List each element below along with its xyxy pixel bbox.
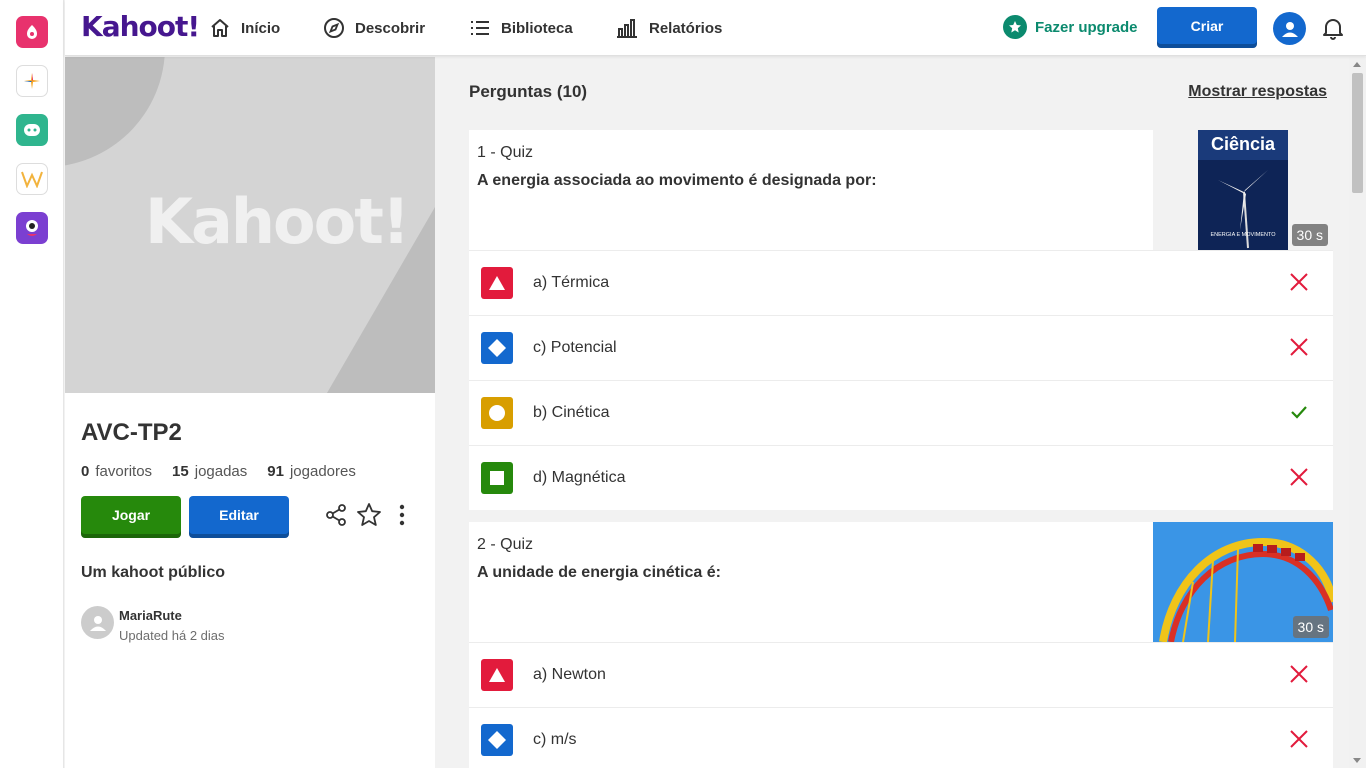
show-answers-link[interactable]: Mostrar respostas xyxy=(1188,83,1327,101)
question-image-caption: ENERGIA E MOVIMENTO xyxy=(1211,232,1277,238)
plays-label: jogadas xyxy=(194,463,248,480)
scrollbar[interactable] xyxy=(1349,57,1366,768)
app-icon-pink[interactable] xyxy=(16,16,48,48)
wrong-x-icon xyxy=(1289,729,1309,754)
players-count: 91 xyxy=(267,463,284,480)
questions-header: Perguntas (10) xyxy=(469,82,588,101)
players-label: jogadores xyxy=(289,463,356,480)
home-icon xyxy=(211,19,229,37)
question-type: 2 - Quiz xyxy=(477,536,534,553)
notifications-bell-icon[interactable] xyxy=(1322,16,1344,45)
nav-label: Relatórios xyxy=(649,19,723,37)
favorite-star-icon[interactable] xyxy=(354,500,384,530)
compass-icon xyxy=(324,18,344,38)
wrong-x-icon xyxy=(1289,467,1309,492)
updated-time: Updated há 2 dias xyxy=(119,628,225,643)
author-avatar[interactable] xyxy=(81,606,114,639)
triangle-icon xyxy=(481,267,513,299)
nav-label: Biblioteca xyxy=(501,19,573,37)
square-icon xyxy=(481,462,513,494)
app-icon-star[interactable] xyxy=(16,65,48,97)
question-type: 1 - Quiz xyxy=(477,144,534,161)
question-image-title: Ciência xyxy=(1211,134,1276,154)
wrong-x-icon xyxy=(1289,337,1309,362)
answer-row: c) m/s xyxy=(469,707,1333,768)
question-text: A energia associada ao movimento é desig… xyxy=(477,172,877,189)
diamond-icon xyxy=(481,332,513,364)
answer-row: a) Térmica xyxy=(469,250,1333,315)
question-header: 2 - Quiz A unidade de energia cinética é… xyxy=(469,522,1333,642)
scroll-thumb[interactable] xyxy=(1352,73,1363,193)
correct-check-icon xyxy=(1289,402,1309,427)
question-time: 30 s xyxy=(1292,616,1329,638)
cover-logo: Kahoot! xyxy=(145,185,410,258)
play-button[interactable]: Jogar xyxy=(81,496,181,538)
upgrade-label: Fazer upgrade xyxy=(1035,18,1138,36)
favorites-count: 0 xyxy=(81,463,90,480)
diamond-icon xyxy=(481,724,513,756)
kahoot-logo[interactable]: Kahoot! xyxy=(81,10,200,43)
answer-text: d) Magnética xyxy=(533,469,626,486)
star-icon xyxy=(1003,15,1027,39)
nav-label: Descobrir xyxy=(355,19,426,37)
bar-chart-icon xyxy=(617,19,637,38)
user-avatar[interactable] xyxy=(1273,12,1306,45)
answer-text: c) Potencial xyxy=(533,339,617,356)
answer-text: a) Térmica xyxy=(533,274,610,291)
wrong-x-icon xyxy=(1289,664,1309,689)
answer-row: c) Potencial xyxy=(469,315,1333,380)
answer-text: c) m/s xyxy=(533,731,577,748)
answer-row: d) Magnética xyxy=(469,445,1333,510)
cover-image: Kahoot! xyxy=(65,57,435,393)
kahoot-title: AVC-TP2 xyxy=(81,419,182,446)
more-options-icon[interactable] xyxy=(387,500,417,530)
question-image: 30 s xyxy=(1153,522,1333,642)
user-icon xyxy=(1281,21,1298,37)
circle-icon xyxy=(481,397,513,429)
author-name[interactable]: MariaRute xyxy=(119,608,182,623)
edit-button[interactable]: Editar xyxy=(189,496,289,538)
app-rail xyxy=(0,0,64,768)
wrong-x-icon xyxy=(1289,272,1309,297)
answer-text: a) Newton xyxy=(533,666,606,683)
question-image: Ciência ENERGIA E MOVIMENTO 30 s xyxy=(1153,130,1333,250)
question-card[interactable]: 1 - Quiz A energia associada ao moviment… xyxy=(469,130,1333,510)
top-bar: Kahoot! Início Descobrir Biblioteca Rela… xyxy=(65,0,1366,56)
question-text: A unidade de energia cinética é: xyxy=(477,564,721,581)
upgrade-link[interactable]: Fazer upgrade xyxy=(1003,15,1138,39)
question-card[interactable]: 2 - Quiz A unidade de energia cinética é… xyxy=(469,522,1333,768)
nav-biblioteca[interactable]: Biblioteca xyxy=(469,14,573,42)
plays-count: 15 xyxy=(172,463,189,480)
app-icon-chat[interactable] xyxy=(16,114,48,146)
kahoot-stats: 0 favoritos 15 jogadas 91 jogadores xyxy=(81,463,370,480)
question-header: 1 - Quiz A energia associada ao moviment… xyxy=(469,130,1333,250)
answer-text: b) Cinética xyxy=(533,404,610,421)
nav-inicio[interactable]: Início xyxy=(209,14,280,42)
triangle-icon xyxy=(481,659,513,691)
question-time: 30 s xyxy=(1291,224,1328,246)
share-icon[interactable] xyxy=(321,500,351,530)
nav-descobrir[interactable]: Descobrir xyxy=(323,14,425,42)
scroll-up-arrow[interactable] xyxy=(1353,62,1361,67)
scroll-down-arrow[interactable] xyxy=(1353,758,1361,763)
nav-relatorios[interactable]: Relatórios xyxy=(615,14,722,42)
app-icon-monster[interactable] xyxy=(16,212,48,244)
visibility-label: Um kahoot público xyxy=(81,564,225,581)
answer-row: a) Newton xyxy=(469,642,1333,707)
nav-label: Início xyxy=(241,19,281,37)
user-icon xyxy=(89,615,106,631)
favorites-label: favoritos xyxy=(95,463,153,480)
create-button[interactable]: Criar xyxy=(1157,7,1257,48)
kahoot-info-panel: Kahoot! AVC-TP2 0 favoritos 15 jogadas 9… xyxy=(65,57,435,768)
list-icon xyxy=(471,21,489,35)
app-icon-w[interactable] xyxy=(16,163,48,195)
questions-panel: Perguntas (10) Mostrar respostas 1 - Qui… xyxy=(435,57,1349,768)
answer-row: b) Cinética xyxy=(469,380,1333,445)
